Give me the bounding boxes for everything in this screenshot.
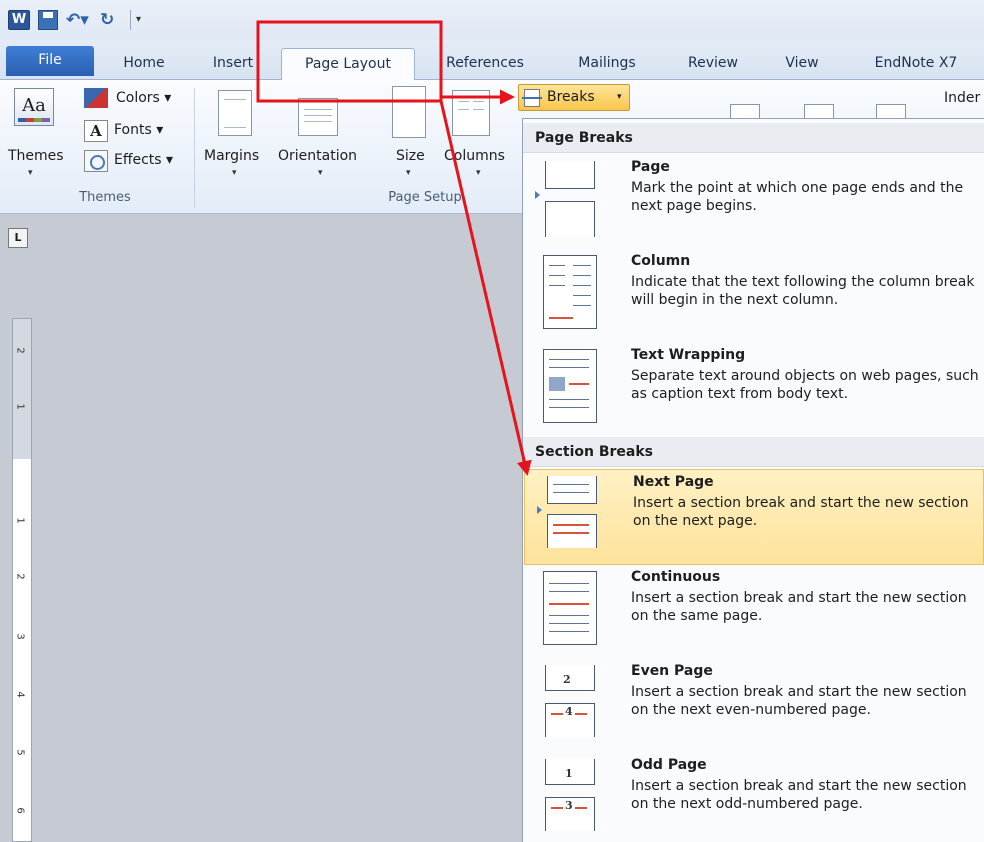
ruler-number: 5: [14, 749, 26, 756]
menu-item-column[interactable]: Column Indicate that the text following …: [523, 249, 984, 345]
section-breaks-header: Section Breaks: [523, 437, 984, 467]
chevron-down-icon: ▾: [318, 168, 323, 178]
menu-item-title: Column: [631, 253, 691, 269]
menu-item-odd-page[interactable]: 1 3 Odd Page Insert a section break and …: [523, 753, 984, 842]
ribbon-tabs: File Home Insert Page Layout References …: [0, 40, 984, 81]
colors-icon[interactable]: [84, 88, 108, 108]
breaks-menu: Page Breaks Page Mark the point at which…: [522, 118, 984, 842]
ruler-number: 3: [14, 633, 26, 640]
size-button[interactable]: Size: [396, 148, 425, 164]
orientation-button[interactable]: Orientation: [278, 148, 357, 164]
breaks-icon: [522, 89, 542, 107]
menu-item-page[interactable]: Page Mark the point at which one page en…: [523, 155, 984, 251]
menu-item-next-page[interactable]: Next Page Insert a section break and sta…: [524, 469, 984, 565]
themes-group-label: Themes: [79, 190, 131, 205]
pointer-icon: [535, 191, 540, 199]
tab-endnote[interactable]: EndNote X7: [852, 48, 980, 80]
columns-button[interactable]: Columns: [444, 148, 505, 164]
menu-item-title: Even Page: [631, 663, 713, 679]
columns-icon[interactable]: [452, 90, 490, 136]
indent-label: Inder: [944, 90, 981, 106]
menu-item-even-page[interactable]: 2 4 Even Page Insert a section break and…: [523, 659, 984, 755]
menu-item-desc: Indicate that the text following the col…: [631, 274, 975, 308]
chevron-down-icon: ▾: [617, 92, 622, 102]
themes-button[interactable]: Themes: [8, 148, 64, 164]
menu-item-title: Next Page: [633, 474, 714, 490]
effects-label: Effects: [114, 152, 162, 168]
odd-page-icon: 1 3: [543, 759, 597, 831]
ruler-margin: [13, 319, 31, 459]
redo-icon[interactable]: ↻: [100, 10, 120, 30]
pointer-icon: [537, 506, 542, 514]
ruler-number: 1: [14, 403, 26, 410]
word-icon[interactable]: W: [8, 10, 30, 30]
even-number: 2: [563, 673, 571, 686]
tab-insert[interactable]: Insert: [198, 48, 268, 80]
fonts-label: Fonts: [114, 122, 152, 138]
chevron-down-icon: ▾: [232, 168, 237, 178]
next-page-icon: [545, 476, 599, 548]
ruler-number: 4: [14, 691, 26, 698]
orientation-icon[interactable]: [298, 98, 338, 136]
even-number: 4: [563, 705, 575, 718]
odd-number: 3: [563, 799, 575, 812]
fonts-icon[interactable]: A: [84, 120, 108, 142]
margins-icon[interactable]: [218, 90, 252, 136]
menu-item-title: Text Wrapping: [631, 347, 746, 363]
menu-item-desc: Mark the point at which one page ends an…: [631, 180, 964, 214]
toolbar-divider: [130, 10, 131, 30]
column-break-icon: [543, 255, 597, 329]
colors-label: Colors: [116, 90, 160, 106]
ruler-number: 6: [14, 807, 26, 814]
effects-button[interactable]: Effects ▾: [114, 152, 173, 168]
menu-item-desc: Insert a section break and start the new…: [633, 495, 969, 529]
page-setup-group-label: Page Setup: [388, 190, 462, 205]
chevron-down-icon: ▾: [28, 168, 33, 178]
even-page-icon: 2 4: [543, 665, 597, 737]
tab-references[interactable]: References: [430, 48, 540, 80]
menu-item-desc: Insert a section break and start the new…: [631, 590, 967, 624]
breaks-button[interactable]: Breaks ▾: [518, 84, 630, 111]
save-icon[interactable]: [38, 10, 58, 30]
ruler-number: 2: [14, 573, 26, 580]
text-wrapping-icon: [543, 349, 597, 423]
tab-file[interactable]: File: [6, 46, 94, 76]
menu-item-text-wrapping[interactable]: Text Wrapping Separate text around objec…: [523, 343, 984, 439]
menu-item-desc: Insert a section break and start the new…: [631, 778, 967, 812]
menu-item-title: Continuous: [631, 569, 721, 585]
tab-home[interactable]: Home: [108, 48, 180, 80]
colors-button[interactable]: Colors ▾: [116, 90, 171, 106]
continuous-icon: [543, 571, 597, 645]
fonts-button[interactable]: Fonts ▾: [114, 122, 163, 138]
menu-item-title: Odd Page: [631, 757, 707, 773]
themes-icon[interactable]: Aa: [14, 88, 54, 126]
menu-item-title: Page: [631, 159, 670, 175]
ruler-number: 1: [14, 517, 26, 524]
size-icon[interactable]: [392, 86, 426, 138]
page-break-icon: [543, 161, 597, 237]
tab-mailings[interactable]: Mailings: [560, 48, 654, 80]
chevron-down-icon: ▾: [476, 168, 481, 178]
margins-button[interactable]: Margins: [204, 148, 259, 164]
effects-icon[interactable]: [84, 150, 108, 172]
tab-view[interactable]: View: [772, 48, 832, 80]
page-breaks-header: Page Breaks: [523, 123, 984, 153]
menu-item-desc: Insert a section break and start the new…: [631, 684, 967, 718]
document-area: L 2 1 1 2 3 4 5 6: [0, 214, 522, 842]
tab-page-layout[interactable]: Page Layout: [281, 48, 415, 81]
odd-number: 1: [565, 767, 573, 780]
menu-item-desc: Separate text around objects on web page…: [631, 368, 979, 402]
menu-item-continuous[interactable]: Continuous Insert a section break and st…: [523, 565, 984, 661]
customize-icon[interactable]: ▾: [136, 10, 150, 30]
ruler-number: 2: [14, 347, 26, 354]
tab-review[interactable]: Review: [676, 48, 750, 80]
quick-access-toolbar: W ↶▾ ↻ ▾: [0, 0, 984, 40]
vertical-ruler[interactable]: 2 1 1 2 3 4 5 6: [12, 318, 32, 842]
chevron-down-icon: ▾: [406, 168, 411, 178]
undo-icon[interactable]: ↶▾: [66, 10, 90, 30]
tab-stop-selector[interactable]: L: [8, 228, 28, 248]
group-divider: [194, 88, 195, 208]
breaks-label: Breaks: [547, 89, 595, 105]
